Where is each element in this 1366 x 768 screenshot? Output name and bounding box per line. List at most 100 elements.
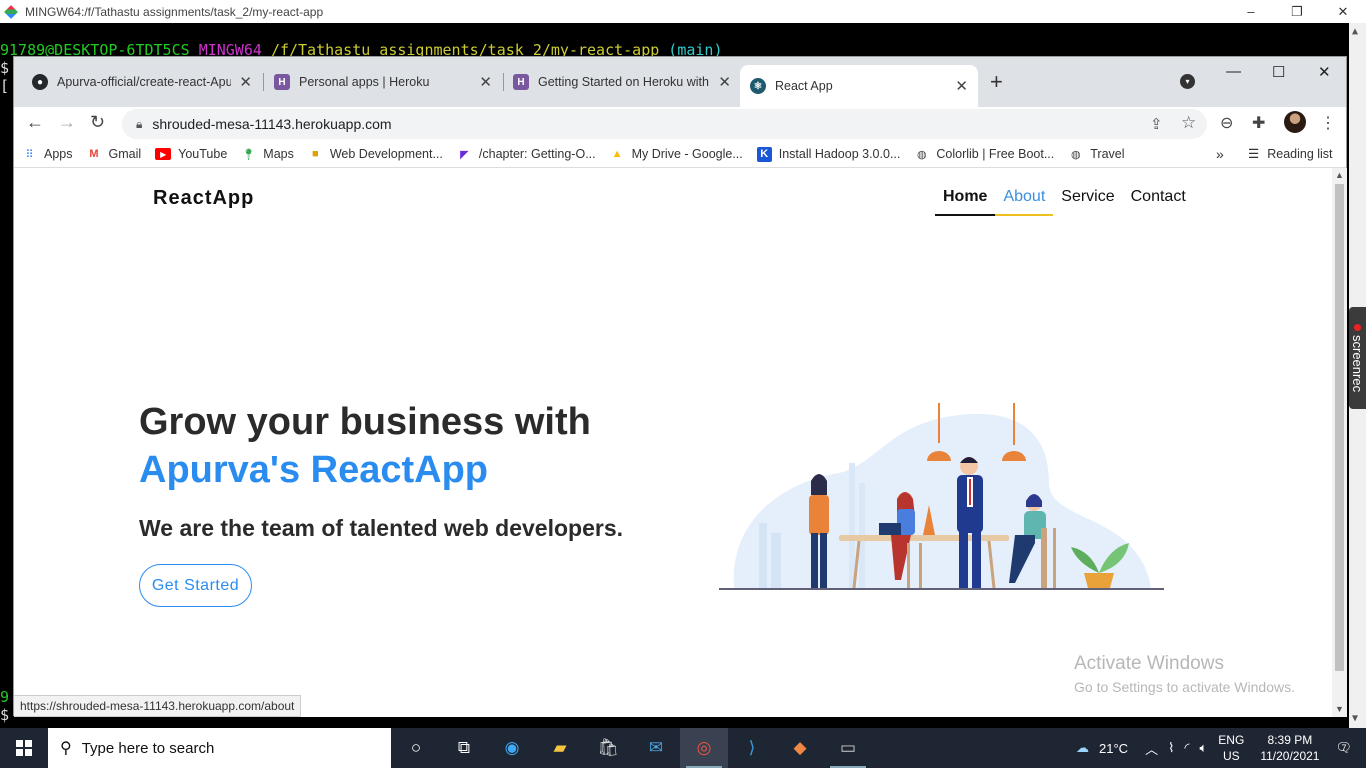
scrollbar-thumb[interactable] — [1335, 184, 1344, 671]
scroll-up-icon[interactable]: ▲ — [1352, 26, 1358, 37]
volume-icon[interactable]: 🔈︎ — [1199, 740, 1207, 756]
weather-icon[interactable]: ☁ — [1076, 740, 1089, 756]
nav-service[interactable]: Service — [1053, 185, 1122, 216]
terminal-glyph: $ — [0, 706, 10, 724]
start-button[interactable] — [0, 728, 48, 768]
scroll-up-icon[interactable]: ▲ — [1335, 170, 1344, 180]
chevron-up-icon[interactable]: ︿ — [1145, 739, 1158, 758]
bookmark-youtube[interactable]: ▶ YouTube — [155, 147, 227, 161]
web-page: ReactApp Home About Service Contact Grow… — [14, 168, 1332, 717]
avatar[interactable] — [1284, 111, 1306, 133]
screenrec-widget[interactable]: screenrec — [1349, 307, 1366, 409]
bookmark-star-icon[interactable]: ☆ — [1181, 113, 1196, 133]
bookmark-label: Colorlib | Free Boot... — [936, 147, 1055, 161]
chrome-icon[interactable]: ◎ — [680, 728, 728, 768]
mail-icon[interactable]: ✉ — [632, 728, 680, 768]
edge-icon[interactable]: ◉ — [488, 728, 536, 768]
gmail-icon: M — [89, 148, 99, 160]
git-icon[interactable]: ◆ — [776, 728, 824, 768]
terminal-titlebar: MINGW64:/f/Tathastu assignments/task_2/m… — [0, 0, 1366, 23]
nav-contact[interactable]: Contact — [1123, 185, 1194, 216]
file-explorer-icon[interactable]: ▰ — [536, 728, 584, 768]
k-icon: K — [756, 146, 772, 162]
terminal-glyph: 9 — [0, 688, 10, 706]
language-indicator[interactable]: ENG US — [1218, 732, 1244, 764]
forward-icon[interactable]: → — [58, 112, 76, 133]
bookmark-travel[interactable]: ◍ Travel — [1068, 147, 1125, 162]
tab-strip: ● Apurva-official/create-react-Apurva ✕ … — [14, 57, 1346, 107]
maximize-button[interactable]: ☐ — [1272, 63, 1285, 81]
bookmark-label: /chapter: Getting-O... — [478, 147, 596, 161]
close-tab-icon[interactable]: ✕ — [479, 73, 492, 91]
bookmark-label: YouTube — [178, 147, 228, 161]
page-scrollbar[interactable]: ▲ ▼ — [1332, 168, 1347, 717]
menu-kebab-icon[interactable]: ⋮ — [1320, 113, 1336, 133]
windows-logo-icon — [16, 740, 32, 756]
watermark-line-2: Go to Settings to activate Windows. — [1074, 679, 1295, 695]
bookmark-colorlib[interactable]: ◍ Colorlib | Free Boot... — [914, 147, 1054, 162]
nav-home[interactable]: Home — [935, 185, 996, 216]
scroll-down-icon[interactable]: ▼ — [1335, 704, 1344, 714]
terminal-glyph: $ — [0, 59, 10, 77]
bookmark-web-dev[interactable]: ■ Web Development... — [308, 147, 443, 162]
reload-icon[interactable]: ↻ — [90, 112, 105, 133]
bookmark-label: Install Hadoop 3.0.0... — [778, 147, 901, 161]
tab-heroku-getting-started[interactable]: H Getting Started on Heroku with Node ✕ — [503, 65, 741, 99]
reading-list-button[interactable]: ☰ Reading list — [1248, 146, 1333, 162]
close-tab-icon[interactable]: ✕ — [239, 73, 252, 91]
weather-temp[interactable]: 21°C — [1099, 741, 1128, 756]
minimize-button[interactable]: — — [1226, 63, 1241, 80]
network-icon[interactable]: ⌇ — [1168, 740, 1174, 756]
more-bookmarks-icon[interactable]: » — [1216, 146, 1224, 162]
tab-heroku-apps[interactable]: H Personal apps | Heroku ✕ — [264, 65, 502, 99]
extension-icon[interactable]: ⊖ — [1220, 113, 1233, 133]
bookmark-drive[interactable]: ▲ My Drive - Google... — [610, 147, 743, 162]
bookmark-gmail[interactable]: M Gmail — [87, 147, 142, 162]
vscode-icon[interactable]: ⟩ — [728, 728, 776, 768]
address-bar[interactable]: 🔒︎ shrouded-mesa-11143.herokuapp.com — [122, 109, 1207, 139]
terminal-icon[interactable]: ▭ — [824, 728, 872, 768]
bookmark-apps[interactable]: ⠿ Apps — [22, 147, 72, 162]
hero-line-1: Grow your business with — [139, 401, 591, 443]
bookmarks-bar: ⠿ Apps M Gmail ▶ YouTube 📍︎ Maps ■ Web Develo… — [14, 141, 1346, 168]
minimize-button[interactable]: – — [1228, 4, 1274, 20]
close-window-button[interactable]: ✕ — [1318, 63, 1331, 81]
site-brand[interactable]: ReactApp — [153, 187, 254, 210]
hero-heading: Grow your business with Apurva's ReactAp… — [139, 398, 591, 494]
screenrec-label: screenrec — [1350, 334, 1365, 393]
reading-list-label: Reading list — [1267, 146, 1333, 161]
lang-code: ENG — [1218, 733, 1245, 747]
lock-icon: 🔒︎ — [136, 116, 143, 131]
puzzle-extensions-icon[interactable]: ✚ — [1252, 113, 1265, 133]
share-icon[interactable]: ⇪ — [1150, 115, 1163, 133]
tab-search-icon[interactable]: ▾ — [1180, 74, 1195, 89]
bookmark-label: Gmail — [108, 147, 142, 161]
github-icon: ● — [32, 74, 48, 90]
close-button[interactable]: ✕ — [1320, 4, 1366, 20]
get-started-button[interactable]: Get Started — [139, 564, 252, 607]
bookmark-maps[interactable]: 📍︎ Maps — [241, 147, 294, 162]
react-icon: ⚛ — [750, 78, 766, 94]
tab-github[interactable]: ● Apurva-official/create-react-Apurva ✕ — [22, 65, 262, 99]
wifi-icon[interactable]: ◜ — [1184, 740, 1189, 756]
new-tab-button[interactable]: + — [990, 69, 1003, 95]
url-text[interactable]: shrouded-mesa-11143.herokuapp.com — [152, 116, 391, 132]
nav-about[interactable]: About — [995, 185, 1054, 216]
system-tray: ☁ 21°C ︿ ⌇ ◜ 🔈︎ ENG US 8:39 PM 11/20/202… — [1071, 728, 1366, 768]
close-tab-icon[interactable]: ✕ — [955, 77, 968, 95]
clock[interactable]: 8:39 PM 11/20/2021 — [1260, 732, 1319, 764]
tab-title: React App — [775, 79, 833, 93]
back-icon[interactable]: ← — [26, 112, 44, 133]
search-placeholder: Type here to search — [81, 739, 215, 757]
tab-react-app[interactable]: ⚛ React App ✕ — [740, 65, 978, 107]
scroll-down-icon[interactable]: ▼ — [1352, 713, 1358, 724]
close-tab-icon[interactable]: ✕ — [718, 73, 731, 91]
taskbar-search[interactable]: ⚲ Type here to search — [48, 728, 391, 768]
store-icon[interactable]: 🛍︎ — [584, 728, 632, 768]
cortana-icon[interactable]: ○ — [392, 728, 440, 768]
restore-button[interactable]: ❐ — [1274, 4, 1320, 20]
task-view-icon[interactable]: ⧉ — [440, 728, 488, 768]
bookmark-chapter[interactable]: ◤ /chapter: Getting-O... — [457, 147, 596, 162]
bookmark-hadoop[interactable]: K Install Hadoop 3.0.0... — [756, 146, 901, 162]
notifications-icon[interactable]: 🗨︎ 7 — [1335, 740, 1352, 756]
